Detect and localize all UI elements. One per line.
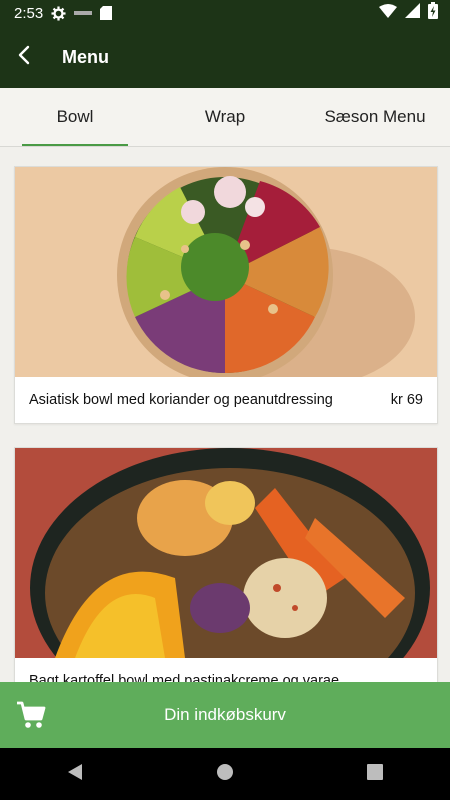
- tab-bowl[interactable]: Bowl: [0, 88, 150, 146]
- tab-wrap[interactable]: Wrap: [150, 88, 300, 146]
- cart-button[interactable]: Din indkøbskurv: [0, 682, 450, 748]
- app-bar: Menu: [0, 26, 450, 88]
- notification-icon: [74, 9, 93, 17]
- system-nav-bar: [0, 748, 450, 800]
- nav-recents-button[interactable]: [345, 754, 405, 794]
- category-tabs: Bowl Wrap Sæson Menu: [0, 88, 450, 147]
- back-button[interactable]: [0, 33, 48, 81]
- circle-home-icon: [216, 763, 234, 786]
- tab-saeson-menu[interactable]: Sæson Menu: [300, 88, 450, 146]
- status-time: 2:53: [14, 4, 44, 22]
- back-arrow-icon: [17, 45, 31, 70]
- bowl-photo: [15, 167, 437, 377]
- menu-item-name: Asiatisk bowl med koriander og peanutdre…: [29, 392, 333, 408]
- status-bar: 2:53: [0, 0, 450, 26]
- bowl-photo: [15, 448, 437, 658]
- wifi-icon: [379, 3, 397, 23]
- nav-back-button[interactable]: [45, 754, 105, 794]
- battery-icon: [428, 2, 438, 24]
- shopping-cart-icon: [16, 701, 46, 734]
- menu-item-card[interactable]: Asiatisk bowl med koriander og peanutdre…: [14, 166, 438, 424]
- menu-item-price: kr 69: [390, 392, 423, 408]
- sd-card-icon: [100, 6, 113, 20]
- signal-icon: [405, 3, 420, 23]
- menu-item-row: Asiatisk bowl med koriander og peanutdre…: [15, 377, 437, 423]
- cart-label: Din indkøbskurv: [164, 705, 286, 724]
- triangle-back-icon: [67, 763, 83, 786]
- nav-home-button[interactable]: [195, 754, 255, 794]
- square-recents-icon: [367, 763, 383, 785]
- settings-icon: [51, 5, 66, 21]
- menu-item-card[interactable]: Bagt kartoffel bowl med pastinakcreme og…: [14, 447, 438, 705]
- page-title: Menu: [62, 46, 109, 67]
